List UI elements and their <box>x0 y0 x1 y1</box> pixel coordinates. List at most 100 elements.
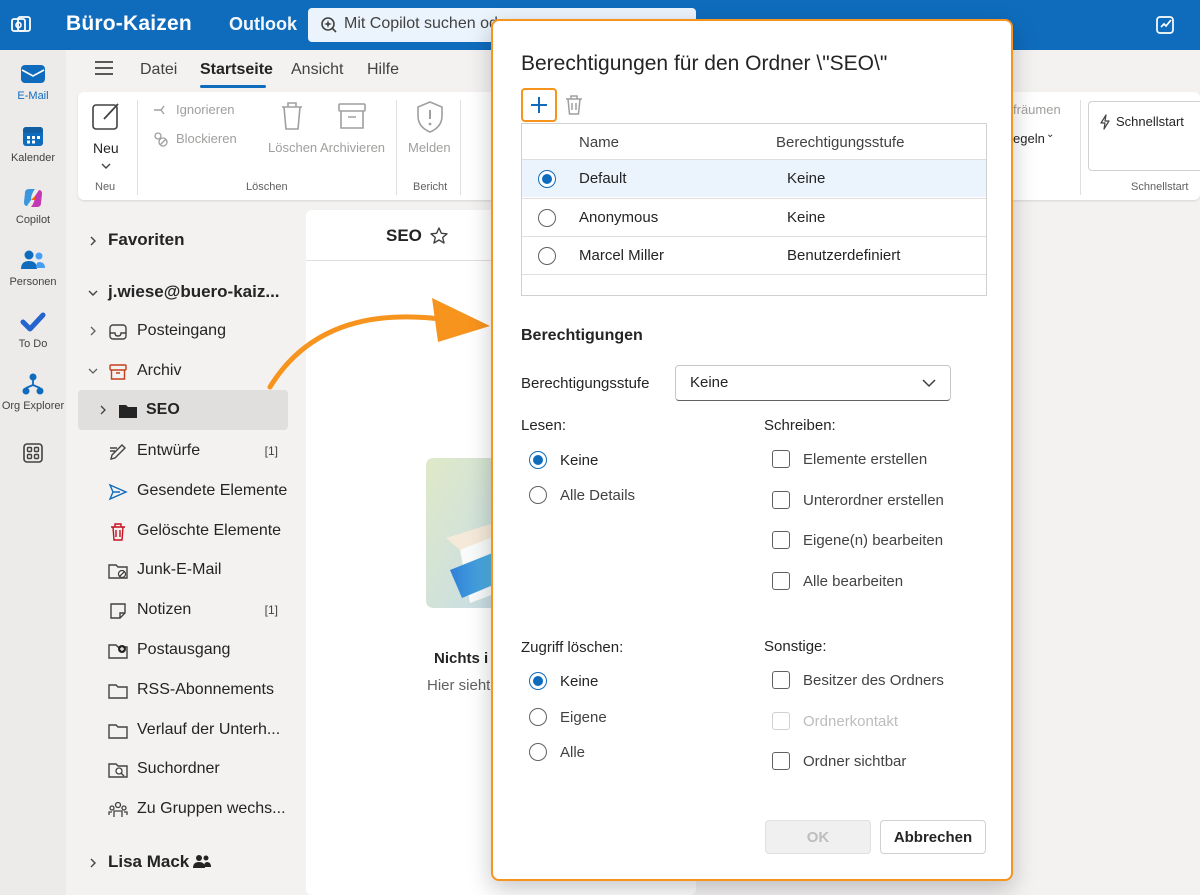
table-row[interactable]: Default Keine <box>522 159 986 197</box>
folder-geloeschte-elemente[interactable]: Gelöschte Elemente <box>78 512 288 550</box>
cleanup-button[interactable]: fräumen <box>1013 102 1061 117</box>
app-rail: E-Mail Kalender Copilot Personen To Do O… <box>0 50 66 895</box>
folder-notizen[interactable]: Notizen [1] <box>78 591 288 629</box>
write-option-alle-bearbeiten[interactable]: Alle bearbeiten <box>764 570 984 594</box>
org-explorer-icon <box>22 373 44 395</box>
rail-item-org-explorer[interactable]: Org Explorer <box>0 372 66 430</box>
report-button[interactable]: Melden <box>404 100 456 160</box>
folder-verlauf[interactable]: Verlauf der Unterh... <box>78 711 288 749</box>
rail-item-calendar[interactable]: Kalender <box>0 124 66 182</box>
option-label: Eigene <box>560 709 607 726</box>
outbox-icon <box>108 644 128 659</box>
permission-level-select[interactable]: Keine <box>675 365 951 401</box>
rail-item-mail[interactable]: E-Mail <box>0 62 66 120</box>
table-row[interactable]: Anonymous Keine <box>522 198 986 236</box>
other-option-besitzer[interactable]: Besitzer des Ordners <box>764 669 984 693</box>
checkbox[interactable] <box>772 491 790 509</box>
people-icon <box>21 250 45 269</box>
ignore-button[interactable]: Ignorieren <box>150 100 245 120</box>
chevron-down-icon <box>101 163 111 169</box>
rail-item-copilot[interactable]: Copilot <box>0 186 66 244</box>
trash-icon <box>282 102 302 130</box>
report-label: Melden <box>408 140 451 155</box>
tab-ansicht[interactable]: Ansicht <box>291 61 343 79</box>
write-option-eigene-bearbeiten[interactable]: Eigene(n) bearbeiten <box>764 529 984 553</box>
tab-startseite[interactable]: Startseite <box>200 61 273 79</box>
cancel-button[interactable]: Abbrechen <box>880 820 986 854</box>
whiteboard-icon[interactable] <box>1155 14 1177 36</box>
row-radio[interactable] <box>538 247 556 265</box>
ribbon-separator <box>1080 100 1081 195</box>
second-account-section[interactable]: Lisa Mack <box>78 852 288 876</box>
folder-suchordner[interactable]: Suchordner <box>78 750 288 788</box>
checkbox[interactable] <box>772 450 790 468</box>
option-label: Ordner sichtbar <box>803 753 907 770</box>
folder-label: Archiv <box>137 362 182 379</box>
folder-postausgang[interactable]: Postausgang <box>78 631 288 669</box>
delete-user-icon[interactable] <box>563 93 585 117</box>
folder-posteingang[interactable]: Posteingang <box>78 312 288 350</box>
radio-button[interactable] <box>529 451 547 469</box>
favorites-label: Favoriten <box>108 230 185 249</box>
chevron-down-icon <box>88 290 98 296</box>
radio-button[interactable] <box>529 486 547 504</box>
folder-junk[interactable]: Junk-E-Mail <box>78 551 288 589</box>
chevron-down-icon <box>922 379 936 388</box>
delete-button[interactable]: Löschen <box>266 100 318 160</box>
read-option-alle-details[interactable]: Alle Details <box>521 484 701 508</box>
ok-button[interactable]: OK <box>765 820 871 854</box>
rail-item-apps[interactable] <box>0 442 66 500</box>
radio-button[interactable] <box>529 708 547 726</box>
hamburger-menu-icon[interactable] <box>94 60 114 76</box>
folder-rss[interactable]: RSS-Abonnements <box>78 671 288 709</box>
archive-button[interactable]: Archivieren <box>320 100 388 160</box>
other-option-ordner-sichtbar[interactable]: Ordner sichtbar <box>764 750 984 774</box>
tab-datei[interactable]: Datei <box>140 61 177 79</box>
block-button[interactable]: Blockieren <box>150 129 260 149</box>
junk-icon <box>108 564 128 579</box>
new-mail-button[interactable]: Neu <box>88 100 124 180</box>
checkbox[interactable] <box>772 531 790 549</box>
group-label-neu: Neu <box>95 181 116 193</box>
row-radio[interactable] <box>538 170 556 188</box>
checkbox[interactable] <box>772 572 790 590</box>
ribbon-separator <box>396 100 397 195</box>
product-name: Outlook <box>229 14 297 34</box>
delete-option-keine[interactable]: Keine <box>521 670 701 694</box>
folder-gesendete-elemente[interactable]: Gesendete Elemente <box>78 472 288 510</box>
tab-hilfe[interactable]: Hilfe <box>367 61 399 79</box>
archive-label: Archivieren <box>320 140 386 155</box>
radio-button[interactable] <box>529 672 547 690</box>
quickstart-button[interactable]: Schnellstart <box>1088 101 1200 171</box>
rail-item-people[interactable]: Personen <box>0 248 66 306</box>
read-group-label: Lesen: <box>521 417 567 434</box>
organization-name: Büro-Kaizen <box>66 12 192 35</box>
star-icon[interactable] <box>429 226 449 246</box>
rail-item-todo[interactable]: To Do <box>0 310 66 368</box>
folder-label: Postausgang <box>137 641 231 658</box>
favorites-section[interactable]: Favoriten <box>78 230 288 254</box>
row-radio[interactable] <box>538 209 556 227</box>
folder-archiv[interactable]: Archiv <box>78 352 288 390</box>
folder-entwuerfe[interactable]: Entwürfe [1] <box>78 432 288 470</box>
folder-gruppen[interactable]: Zu Gruppen wechs... <box>78 790 288 828</box>
add-user-button[interactable] <box>521 88 557 122</box>
app-icon[interactable] <box>10 14 32 36</box>
ignore-label: Ignorieren <box>176 102 235 117</box>
folder-seo[interactable]: SEO <box>78 390 288 430</box>
compose-icon <box>92 103 119 130</box>
delete-option-eigene[interactable]: Eigene <box>521 706 701 730</box>
table-row[interactable]: Marcel Miller Benutzerdefiniert <box>522 236 986 274</box>
write-option-unterordner-erstellen[interactable]: Unterordner erstellen <box>764 489 984 513</box>
read-option-keine[interactable]: Keine <box>521 449 701 473</box>
other-group-label: Sonstige: <box>764 638 827 655</box>
permissions-table: Name Berechtigungsstufe Default Keine An… <box>521 123 987 296</box>
drafts-icon <box>110 444 126 460</box>
radio-button[interactable] <box>529 743 547 761</box>
delete-option-alle[interactable]: Alle <box>521 741 701 765</box>
write-option-elemente-erstellen[interactable]: Elemente erstellen <box>764 448 984 472</box>
rules-button[interactable]: egeln <box>1013 131 1045 146</box>
checkbox[interactable] <box>772 752 790 770</box>
checkbox[interactable] <box>772 671 790 689</box>
account-section[interactable]: j.wiese@buero-kaiz... <box>78 282 288 306</box>
